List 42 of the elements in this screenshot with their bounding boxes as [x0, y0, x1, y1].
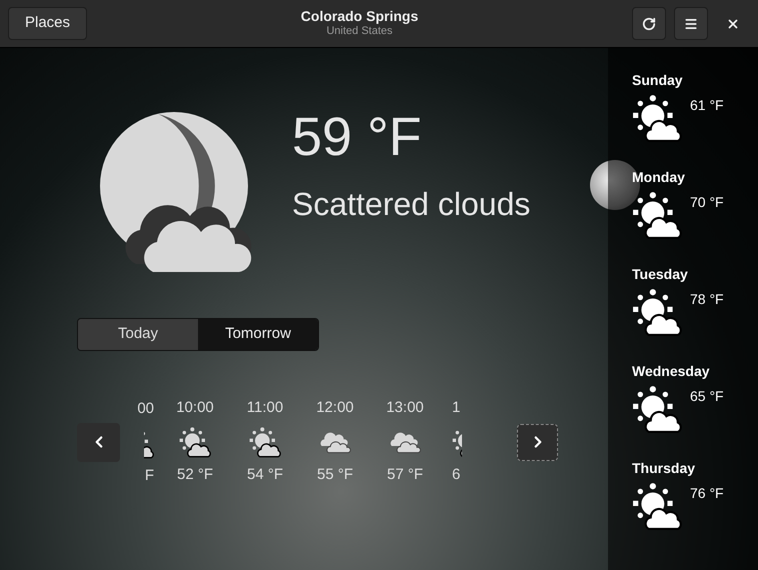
window-subtitle: United States: [326, 25, 393, 40]
day-temperature: 76 °F: [690, 484, 724, 503]
day-label: Monday: [632, 168, 686, 187]
hour-label: 12:00: [316, 398, 354, 418]
sun-cloud-icon: [632, 384, 682, 434]
day-label: Sunday: [632, 71, 684, 90]
day-tab[interactable]: Tomorrow: [198, 319, 318, 350]
day-temperature: 61 °F: [690, 96, 724, 115]
sun-cloud-icon: [249, 426, 281, 458]
sun-cloud-icon: [632, 190, 682, 240]
places-button[interactable]: Places: [8, 7, 88, 40]
menu-button[interactable]: [674, 7, 708, 40]
day-label: Wednesday: [632, 362, 711, 381]
day-temperature: 65 °F: [690, 387, 724, 406]
hour-temperature: 52 °F: [176, 464, 213, 484]
day-label: Tuesday: [632, 265, 689, 284]
weather-summary: Scattered clouds: [292, 185, 530, 224]
day-tab[interactable]: Today: [78, 319, 198, 350]
hour-label: 11:00: [246, 398, 284, 418]
hour-label: 13:00: [386, 398, 424, 418]
hour-temperature: 54 °F: [246, 464, 283, 484]
sun-cloud-icon: [179, 426, 211, 458]
window-title: Colorado Springs: [300, 8, 418, 26]
day-label: Thursday: [632, 459, 696, 478]
refresh-icon: [642, 16, 656, 30]
sun-cloud-icon: [632, 287, 682, 337]
hour-label: 1: [452, 398, 460, 418]
close-icon: [726, 16, 740, 30]
sun-cloud-icon: [632, 481, 682, 531]
hour-label: 00: [137, 399, 154, 419]
sun-cloud-icon: [632, 93, 682, 143]
day-temperature: 78 °F: [690, 290, 724, 309]
hour-label: 10:00: [176, 398, 214, 418]
hour-temperature: 57 °F: [386, 464, 423, 484]
hour-temperature: F: [144, 466, 154, 486]
day-temperature: 70 °F: [690, 193, 724, 212]
hour-temperature: 55 °F: [316, 464, 353, 484]
current-temperature: 59 °F: [292, 110, 423, 164]
menu-icon: [684, 16, 698, 30]
refresh-button[interactable]: [632, 7, 666, 40]
hour-temperature: 6: [452, 464, 460, 484]
next-button[interactable]: [517, 424, 558, 460]
